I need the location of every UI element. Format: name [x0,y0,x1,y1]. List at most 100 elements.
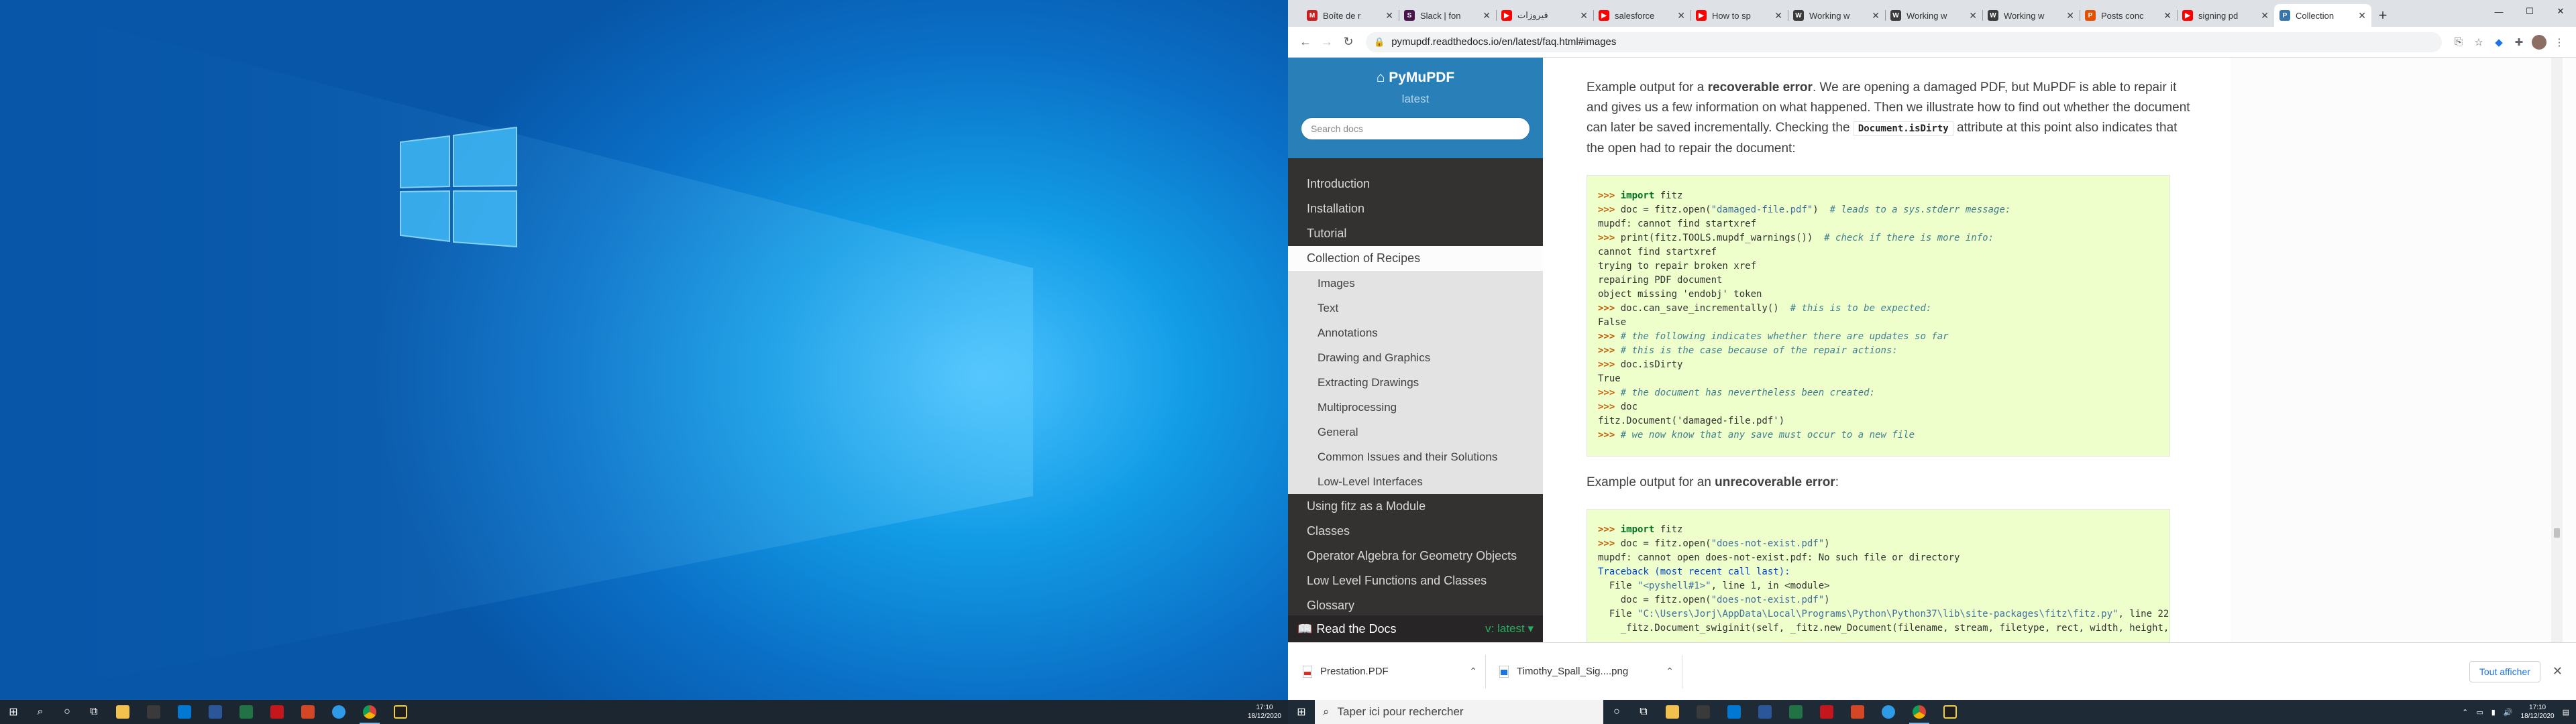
file-explorer-icon[interactable] [107,700,138,724]
bookmark-star-icon[interactable]: ☆ [2469,32,2489,52]
acrobat-icon[interactable] [1811,700,1842,724]
start-icon[interactable]: ⊞ [1288,700,1315,724]
tab-active[interactable]: P Collection ✕ [2274,4,2371,27]
network-icon[interactable]: ▭ [2476,708,2483,717]
maximize-button[interactable]: ☐ [2514,0,2545,23]
store-icon[interactable] [1688,700,1719,724]
show-all-downloads-button[interactable]: Tout afficher [2469,660,2540,682]
clock-left[interactable]: 17:10 18/12/2020 [1248,703,1281,721]
puzzle-icon[interactable]: ✚ [2509,32,2529,52]
brand-link[interactable]: ⌂ PyMuPDF [1288,70,1543,86]
word-icon[interactable] [200,700,231,724]
sidebar-item-annotations[interactable]: Annotations [1288,320,1543,345]
edge-icon[interactable] [323,700,354,724]
excel-icon[interactable] [1780,700,1811,724]
forward-button[interactable]: → [1316,32,1338,53]
sidebar-item-extracting-drawings[interactable]: Extracting Drawings [1288,370,1543,395]
chevron-up-icon[interactable]: ⌃ [1469,666,1477,677]
clock-right[interactable]: 17:10 18/12/2020 [2521,703,2555,721]
close-icon[interactable]: ✕ [1385,10,1393,21]
browser-tab[interactable]: M Boîte de r ✕ [1301,4,1399,27]
volume-icon[interactable]: 🔊 [2504,708,2513,717]
chrome-icon[interactable] [354,700,385,724]
menu-icon[interactable]: ⋮ [2549,32,2569,52]
sidebar-item-glossary[interactable]: Glossary [1288,593,1543,618]
browser-tab[interactable]: P Posts conc ✕ [2080,4,2177,27]
close-icon[interactable]: ✕ [1872,10,1880,21]
reload-button[interactable]: ↻ [1338,32,1359,53]
browser-tab[interactable]: ▶ signing pd ✕ [2177,4,2274,27]
close-icon[interactable]: ✕ [2358,10,2366,21]
chevron-up-icon[interactable]: ⌃ [2462,708,2468,717]
close-icon[interactable]: ✕ [2261,10,2269,21]
download-item[interactable]: Timothy_Spall_Sig....png ⌃ [1491,654,1682,688]
mail-icon[interactable] [169,700,200,724]
translate-icon[interactable]: ⎘ [2449,32,2469,52]
search-icon[interactable]: ⌕ [27,700,54,724]
sidebar-item-low-level-functions-and-classes[interactable]: Low Level Functions and Classes [1288,568,1543,593]
acrobat-icon[interactable] [262,700,292,724]
search-docs-input[interactable]: Search docs [1301,117,1530,140]
close-icon[interactable]: ✕ [1483,10,1491,21]
browser-tab[interactable]: W Working w ✕ [1885,4,1982,27]
file-explorer-icon[interactable] [1657,700,1688,724]
powerpoint-icon[interactable] [1842,700,1873,724]
avatar[interactable] [2529,32,2549,52]
task-view-icon[interactable]: ⧉ [1630,700,1657,724]
chrome-icon[interactable] [1904,700,1935,724]
sidebar-item-tutorial[interactable]: Tutorial [1288,221,1543,246]
close-window-button[interactable]: ✕ [2545,0,2576,23]
sidebar-item-introduction[interactable]: Introduction [1288,172,1543,196]
start-icon[interactable]: ⊞ [0,700,27,724]
page-scrollbar[interactable] [2551,58,2563,642]
browser-tab[interactable]: ▶ salesforce ✕ [1593,4,1690,27]
close-icon[interactable]: ✕ [1969,10,1977,21]
browser-tab[interactable]: W Working w ✕ [1788,4,1885,27]
cortana-icon[interactable]: ○ [54,700,80,724]
sidebar-item-general[interactable]: General [1288,420,1543,444]
rtd-version[interactable]: v: latest ▾ [1485,622,1534,636]
browser-tab[interactable]: ▶ فيروزات ✕ [1496,4,1593,27]
new-tab-button[interactable]: + [2371,4,2394,27]
browser-tab[interactable]: ▶ How to sp ✕ [1690,4,1788,27]
sidebar-item-installation[interactable]: Installation [1288,196,1543,221]
close-icon[interactable]: ✕ [1580,10,1588,21]
sidebar-item-multiprocessing[interactable]: Multiprocessing [1288,395,1543,420]
sidebar-item-low-level-interfaces[interactable]: Low-Level Interfaces [1288,469,1543,494]
read-the-docs-bar[interactable]: 📖 Read the Docs v: latest ▾ [1288,615,1543,642]
sidebar-item-drawing-and-graphics[interactable]: Drawing and Graphics [1288,345,1543,370]
battery-icon[interactable]: ▮ [2491,708,2496,717]
powerpoint-icon[interactable] [292,700,323,724]
word-icon[interactable] [1750,700,1780,724]
close-icon[interactable]: ✕ [2163,10,2171,21]
close-icon[interactable]: ✕ [2066,10,2074,21]
sidebar-item-collection-of-recipes[interactable]: Collection of Recipes [1288,246,1543,271]
sidebar-item-images[interactable]: Images [1288,271,1543,296]
sidebar-item-text[interactable]: Text [1288,296,1543,320]
notifications-icon[interactable]: ▤ [2563,708,2569,717]
sidebar-item-classes[interactable]: Classes [1288,519,1543,544]
store-icon[interactable] [138,700,169,724]
sidebar-item-using-fitz-as-a-module[interactable]: Using fitz as a Module [1288,494,1543,519]
cortana-icon[interactable]: ○ [1603,700,1630,724]
terminal-icon[interactable] [385,700,416,724]
sidebar-item-common-issues-and-their-solutions[interactable]: Common Issues and their Solutions [1288,444,1543,469]
download-item[interactable]: Prestation.PDF ⌃ [1295,654,1486,688]
sidebar-item-operator-algebra-for-geometry-objects[interactable]: Operator Algebra for Geometry Objects [1288,544,1543,568]
edge-icon[interactable] [1873,700,1904,724]
address-bar[interactable]: 🔒 pymupdf.readthedocs.io/en/latest/faq.h… [1366,32,2442,52]
minimize-button[interactable]: — [2483,0,2514,23]
browser-tab[interactable]: W Working w ✕ [1982,4,2080,27]
close-icon[interactable]: ✕ [1774,10,1782,21]
terminal-icon[interactable] [1935,700,1966,724]
excel-icon[interactable] [231,700,262,724]
mail-icon[interactable] [1719,700,1750,724]
scrollbar-thumb[interactable] [2554,528,2560,538]
close-icon[interactable]: ✕ [2553,664,2563,678]
close-icon[interactable]: ✕ [1677,10,1685,21]
back-button[interactable]: ← [1295,32,1316,53]
extension-icon[interactable]: ◆ [2489,32,2509,52]
browser-tab[interactable]: S Slack | fon ✕ [1399,4,1496,27]
taskbar-search-input[interactable]: ⌕ Taper ici pour rechercher [1315,700,1603,724]
chevron-up-icon[interactable]: ⌃ [1666,666,1674,677]
